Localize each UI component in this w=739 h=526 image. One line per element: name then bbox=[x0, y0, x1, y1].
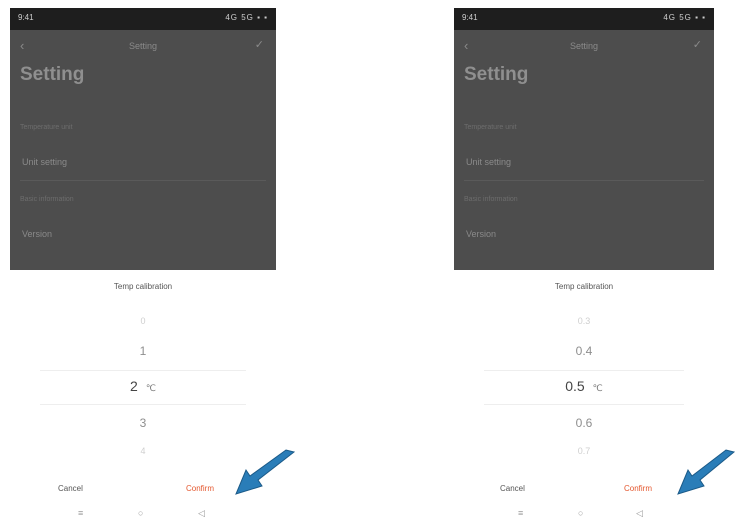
settings-row-version[interactable]: Version bbox=[10, 220, 276, 250]
picker-option[interactable]: 0 bbox=[10, 316, 276, 326]
divider bbox=[20, 180, 266, 181]
picker-option-selected[interactable]: 0.5 ℃ bbox=[454, 378, 714, 394]
check-icon[interactable]: ✓ bbox=[255, 38, 264, 51]
page-title: Setting bbox=[464, 64, 529, 85]
picker-title: Temp calibration bbox=[113, 282, 173, 291]
section-label-basic-info: Basic information bbox=[464, 196, 518, 203]
picker-unit: ℃ bbox=[145, 383, 156, 393]
cancel-button[interactable]: Cancel bbox=[58, 484, 83, 493]
section-label-temperature-unit: Temperature unit bbox=[20, 124, 73, 131]
back-key-icon[interactable]: ◁ bbox=[198, 508, 205, 519]
nav-title: Setting bbox=[128, 41, 158, 51]
callout-arrow-icon bbox=[677, 449, 736, 495]
picker-option[interactable]: 3 bbox=[10, 416, 276, 430]
settings-row-version[interactable]: Version bbox=[454, 220, 714, 250]
check-icon[interactable]: ✓ bbox=[693, 38, 702, 51]
settings-row-unit[interactable]: Unit setting bbox=[454, 148, 714, 178]
row-label: Version bbox=[22, 229, 53, 239]
picker-option[interactable]: 0.6 bbox=[454, 416, 714, 430]
menu-key-icon[interactable]: ≡ bbox=[78, 508, 83, 518]
picker-divider bbox=[40, 370, 246, 371]
status-time: 9:41 bbox=[462, 13, 478, 22]
nav-title: Setting bbox=[569, 41, 599, 51]
menu-key-icon[interactable]: ≡ bbox=[518, 508, 523, 518]
page-title: Setting bbox=[20, 64, 85, 85]
section-label-basic-info: Basic information bbox=[20, 196, 74, 203]
picker-option[interactable]: 0.3 bbox=[454, 316, 714, 326]
picker-unit: ℃ bbox=[592, 383, 603, 393]
picker-option-selected[interactable]: 2 ℃ bbox=[10, 378, 276, 394]
system-nav-bar: ≡ ○ ◁ bbox=[10, 508, 276, 522]
picker-option[interactable]: 0.4 bbox=[454, 344, 714, 358]
row-label: Unit setting bbox=[466, 157, 512, 167]
picker-selected-value: 0.5 bbox=[565, 378, 585, 394]
cancel-button[interactable]: Cancel bbox=[500, 484, 525, 493]
dimmed-settings-background: 9:41 4G 5G ▪ ▪ ‹ Setting ✓ Setting Tempe… bbox=[10, 8, 276, 270]
callout-arrow-icon bbox=[235, 449, 296, 495]
home-key-icon[interactable]: ○ bbox=[578, 508, 583, 518]
confirm-button[interactable]: Confirm bbox=[186, 484, 214, 493]
system-nav-bar: ≡ ○ ◁ bbox=[454, 508, 714, 522]
confirm-button[interactable]: Confirm bbox=[624, 484, 652, 493]
status-time: 9:41 bbox=[18, 13, 34, 22]
status-bar: 9:41 4G 5G ▪ ▪ bbox=[454, 8, 714, 30]
picker-option[interactable]: 1 bbox=[10, 344, 276, 358]
picker-divider bbox=[484, 370, 684, 371]
dimmed-settings-background: 9:41 4G 5G ▪ ▪ ‹ Setting ✓ Setting Tempe… bbox=[454, 8, 714, 270]
picker-title: Temp calibration bbox=[554, 282, 614, 291]
divider bbox=[464, 180, 704, 181]
section-label-temperature-unit: Temperature unit bbox=[464, 124, 517, 131]
picker-divider bbox=[40, 404, 246, 405]
settings-row-unit[interactable]: Unit setting bbox=[10, 148, 276, 178]
row-label: Version bbox=[466, 229, 497, 239]
status-indicators: 4G 5G ▪ ▪ bbox=[663, 13, 706, 22]
home-key-icon[interactable]: ○ bbox=[138, 508, 143, 518]
status-indicators: 4G 5G ▪ ▪ bbox=[225, 13, 268, 22]
row-label: Unit setting bbox=[22, 157, 68, 167]
picker-selected-value: 2 bbox=[130, 378, 138, 394]
picker-divider bbox=[484, 404, 684, 405]
status-bar: 9:41 4G 5G ▪ ▪ bbox=[10, 8, 276, 30]
back-key-icon[interactable]: ◁ bbox=[636, 508, 643, 519]
